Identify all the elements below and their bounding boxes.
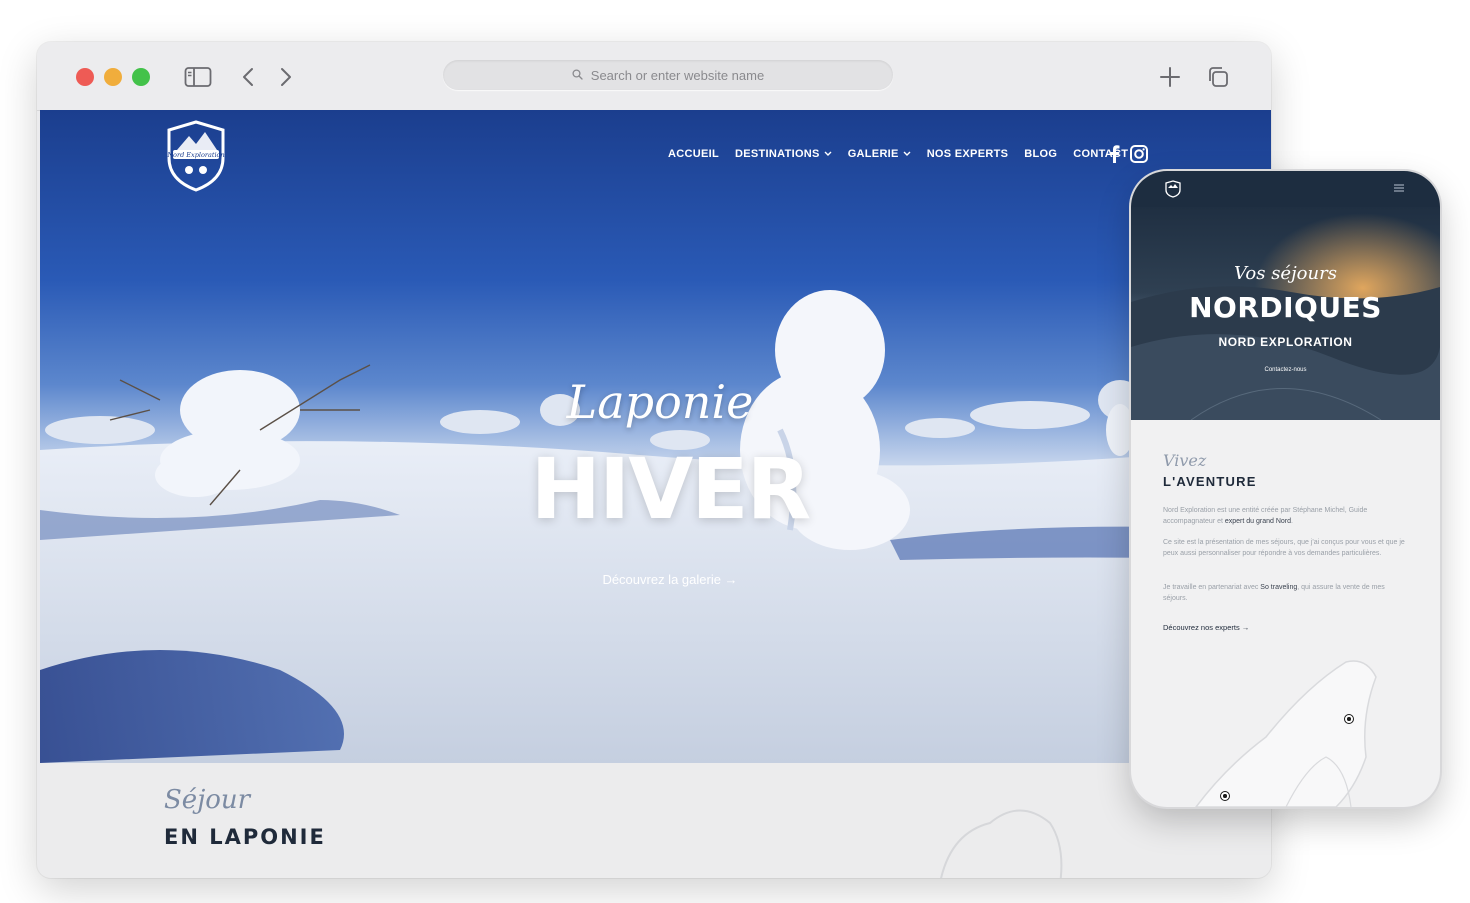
phone-hero-script: Vos séjours <box>1234 263 1337 284</box>
nord-exploration-logo[interactable]: Nord Exploration <box>165 120 227 192</box>
phone-p1-end: . <box>1291 518 1293 525</box>
section-script-heading: Séjour <box>164 785 251 815</box>
nav-destinations-label: DESTINATIONS <box>735 148 820 160</box>
new-tab-plus-icon[interactable] <box>1155 62 1185 92</box>
nav-galerie[interactable]: GALERIE <box>848 148 911 160</box>
phone-contact-link[interactable]: Contactez-nous <box>1131 367 1440 373</box>
browser-window: Search or enter website name Nord Explor… <box>37 42 1271 878</box>
experts-link[interactable]: Découvrez nos experts → <box>1163 623 1249 632</box>
so-traveling-link[interactable]: So traveling <box>1260 584 1297 591</box>
hamburger-menu-icon[interactable] <box>1393 183 1405 193</box>
browser-toolbar: Search or enter website name <box>37 42 1271 111</box>
address-bar[interactable]: Search or enter website name <box>443 60 893 90</box>
close-window-button[interactable] <box>76 68 94 86</box>
minimize-window-button[interactable] <box>104 68 122 86</box>
section-title: EN LAPONIE <box>164 825 326 849</box>
zoom-window-button[interactable] <box>132 68 150 86</box>
phone-intro-title: L'AVENTURE <box>1163 474 1257 489</box>
phone-p3-text: Je travaille en partenariat avec <box>1163 584 1261 591</box>
instagram-icon[interactable] <box>1129 144 1149 164</box>
nav-accueil-label: ACCUEIL <box>668 148 719 160</box>
web-page: Nord Exploration ACCUEIL DESTINATIONS GA… <box>40 110 1271 878</box>
back-arrow-icon[interactable] <box>237 62 259 92</box>
phone-header <box>1131 171 1440 207</box>
facebook-icon[interactable] <box>1104 144 1124 164</box>
nav-accueil[interactable]: ACCUEIL <box>668 148 719 160</box>
phone-hero-title: NORDIQUES <box>1189 291 1382 324</box>
map-location-marker[interactable] <box>1220 791 1230 801</box>
nav-blog[interactable]: BLOG <box>1024 148 1057 160</box>
phone-intro-script: Vivez <box>1163 451 1207 470</box>
gallery-cta-link[interactable]: Découvrez la galerie → <box>570 572 770 587</box>
search-icon <box>572 68 583 83</box>
tab-overview-icon[interactable] <box>1203 62 1233 92</box>
nav-destinations[interactable]: DESTINATIONS <box>735 148 832 160</box>
phone-logo[interactable] <box>1165 180 1181 198</box>
phone-p1-highlight: expert du grand Nord <box>1224 518 1292 525</box>
hero-section: Nord Exploration ACCUEIL DESTINATIONS GA… <box>40 110 1271 763</box>
snow-landscape-image <box>40 290 1271 763</box>
phone-intro-paragraph-2: Ce site est la présentation de mes séjou… <box>1163 539 1405 557</box>
chevron-down-icon <box>824 151 832 156</box>
phone-intro-paragraph-1: Nord Exploration est une entité créée pa… <box>1163 505 1408 527</box>
address-placeholder: Search or enter website name <box>590 67 765 83</box>
logo-lettering: Nord Exploration <box>166 151 224 159</box>
hero-script-heading: Laponie <box>566 375 754 429</box>
nav-nos-experts-label: NOS EXPERTS <box>926 148 1009 160</box>
nav-nos-experts[interactable]: NOS EXPERTS <box>927 148 1009 160</box>
chevron-down-icon <box>903 151 911 156</box>
phone-intro-paragraph-3: Je travaille en partenariat avec So trav… <box>1163 582 1408 604</box>
nav-galerie-label: GALERIE <box>847 148 899 160</box>
map-outline-decoration <box>940 809 1063 878</box>
forward-arrow-icon[interactable] <box>275 62 297 92</box>
phone-mockup: Vos séjours NORDIQUES NORD EXPLORATION C… <box>1131 171 1440 807</box>
scandinavia-map-outline <box>1195 660 1377 807</box>
main-nav: ACCUEIL DESTINATIONS GALERIE NOS EXPERTS… <box>668 148 1128 160</box>
hero-title: HIVER <box>530 440 812 538</box>
map-location-marker[interactable] <box>1344 714 1354 724</box>
phone-hero: Vos séjours NORDIQUES NORD EXPLORATION C… <box>1131 207 1440 420</box>
nav-blog-label: BLOG <box>1024 148 1058 160</box>
sejour-section: Séjour EN LAPONIE <box>40 763 1271 878</box>
sidebar-toggle-icon[interactable] <box>182 62 214 92</box>
phone-hero-subtitle: NORD EXPLORATION <box>1218 335 1353 349</box>
